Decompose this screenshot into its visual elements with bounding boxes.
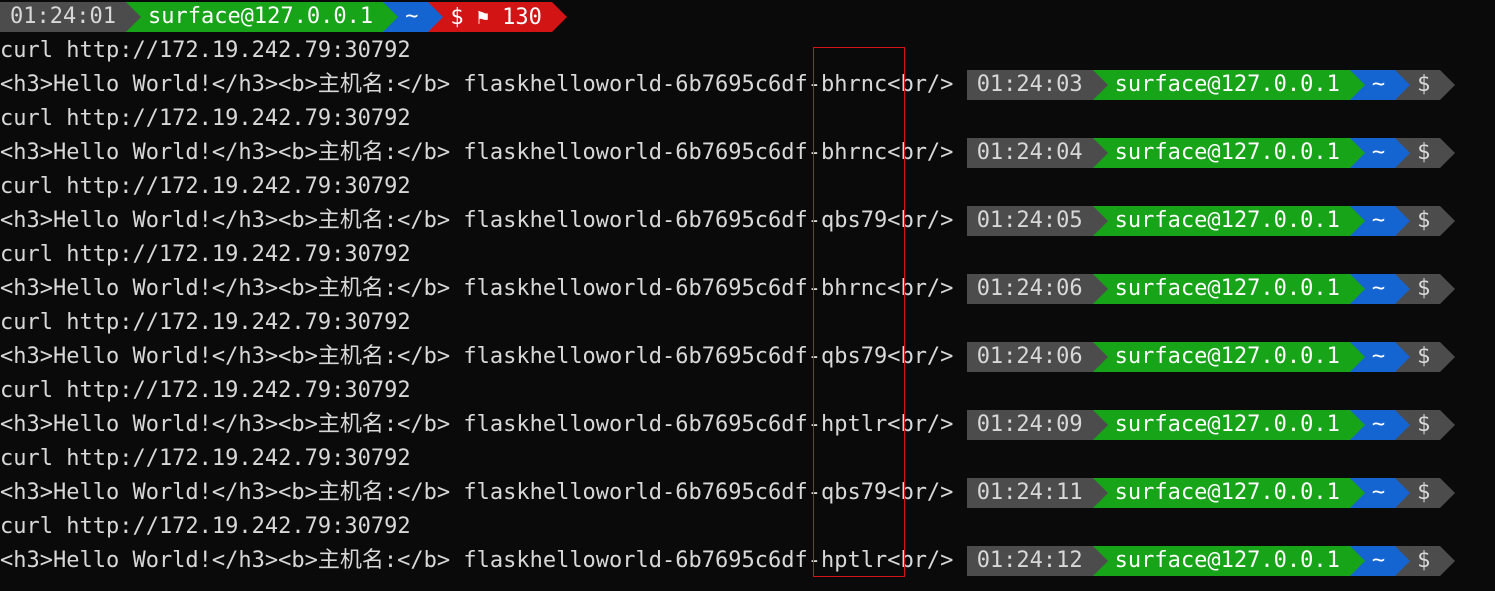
command-row: curl http://172.19.242.79:30792	[0, 170, 1495, 204]
command-text: curl http://172.19.242.79:30792	[0, 106, 411, 131]
command-text: curl http://172.19.242.79:30792	[0, 242, 411, 267]
output-row: <h3>Hello World!</h3><b>主机名:</b> flaskhe…	[0, 340, 1495, 374]
prompt-chain: 01:24:12surface@127.0.0.1~$	[967, 546, 1441, 576]
prompt-chain: 01:24:06surface@127.0.0.1~$	[967, 274, 1441, 304]
prompt-chain: 01:24:11surface@127.0.0.1~$	[967, 478, 1441, 508]
curl-output: <h3>Hello World!</h3><b>主机名:</b> flaskhe…	[0, 208, 953, 233]
initial-prompt[interactable]: 01:24:01surface@127.0.0.1~$ ⚑ 130	[0, 2, 552, 32]
curl-output: <h3>Hello World!</h3><b>主机名:</b> flaskhe…	[0, 140, 953, 165]
initial-prompt-row: 01:24:01surface@127.0.0.1~$ ⚑ 130	[0, 0, 1495, 34]
prompt-chain: 01:24:05surface@127.0.0.1~$	[967, 206, 1441, 236]
command-row: curl http://172.19.242.79:30792	[0, 374, 1495, 408]
command-row: curl http://172.19.242.79:30792	[0, 102, 1495, 136]
command-text: curl http://172.19.242.79:30792	[0, 514, 411, 539]
curl-output: <h3>Hello World!</h3><b>主机名:</b> flaskhe…	[0, 548, 953, 573]
prompt-chain: 01:24:03surface@127.0.0.1~$	[967, 70, 1441, 100]
command-row: curl http://172.19.242.79:30792	[0, 238, 1495, 272]
command-row: curl http://172.19.242.79:30792	[0, 306, 1495, 340]
command-text: curl http://172.19.242.79:30792	[0, 446, 411, 471]
output-row: <h3>Hello World!</h3><b>主机名:</b> flaskhe…	[0, 544, 1495, 578]
output-row: <h3>Hello World!</h3><b>主机名:</b> flaskhe…	[0, 68, 1495, 102]
curl-output: <h3>Hello World!</h3><b>主机名:</b> flaskhe…	[0, 480, 953, 505]
output-row: <h3>Hello World!</h3><b>主机名:</b> flaskhe…	[0, 408, 1495, 442]
output-row: <h3>Hello World!</h3><b>主机名:</b> flaskhe…	[0, 476, 1495, 510]
output-row: <h3>Hello World!</h3><b>主机名:</b> flaskhe…	[0, 204, 1495, 238]
curl-output: <h3>Hello World!</h3><b>主机名:</b> flaskhe…	[0, 72, 953, 97]
prompt-chain: 01:24:04surface@127.0.0.1~$	[967, 138, 1441, 168]
terminal[interactable]: 01:24:01surface@127.0.0.1~$ ⚑ 130 curl ht…	[0, 0, 1495, 578]
command-text: curl http://172.19.242.79:30792	[0, 38, 411, 63]
curl-output: <h3>Hello World!</h3><b>主机名:</b> flaskhe…	[0, 344, 953, 369]
command-row: curl http://172.19.242.79:30792	[0, 510, 1495, 544]
output-row: <h3>Hello World!</h3><b>主机名:</b> flaskhe…	[0, 136, 1495, 170]
output-row: <h3>Hello World!</h3><b>主机名:</b> flaskhe…	[0, 272, 1495, 306]
curl-output: <h3>Hello World!</h3><b>主机名:</b> flaskhe…	[0, 276, 953, 301]
command-text: curl http://172.19.242.79:30792	[0, 174, 411, 199]
command-text: curl http://172.19.242.79:30792	[0, 310, 411, 335]
prompt-chain: 01:24:06surface@127.0.0.1~$	[967, 342, 1441, 372]
command-text: curl http://172.19.242.79:30792	[0, 378, 411, 403]
command-row: curl http://172.19.242.79:30792	[0, 442, 1495, 476]
prompt-chain: 01:24:09surface@127.0.0.1~$	[967, 410, 1441, 440]
command-row: curl http://172.19.242.79:30792	[0, 34, 1495, 68]
curl-output: <h3>Hello World!</h3><b>主机名:</b> flaskhe…	[0, 412, 953, 437]
